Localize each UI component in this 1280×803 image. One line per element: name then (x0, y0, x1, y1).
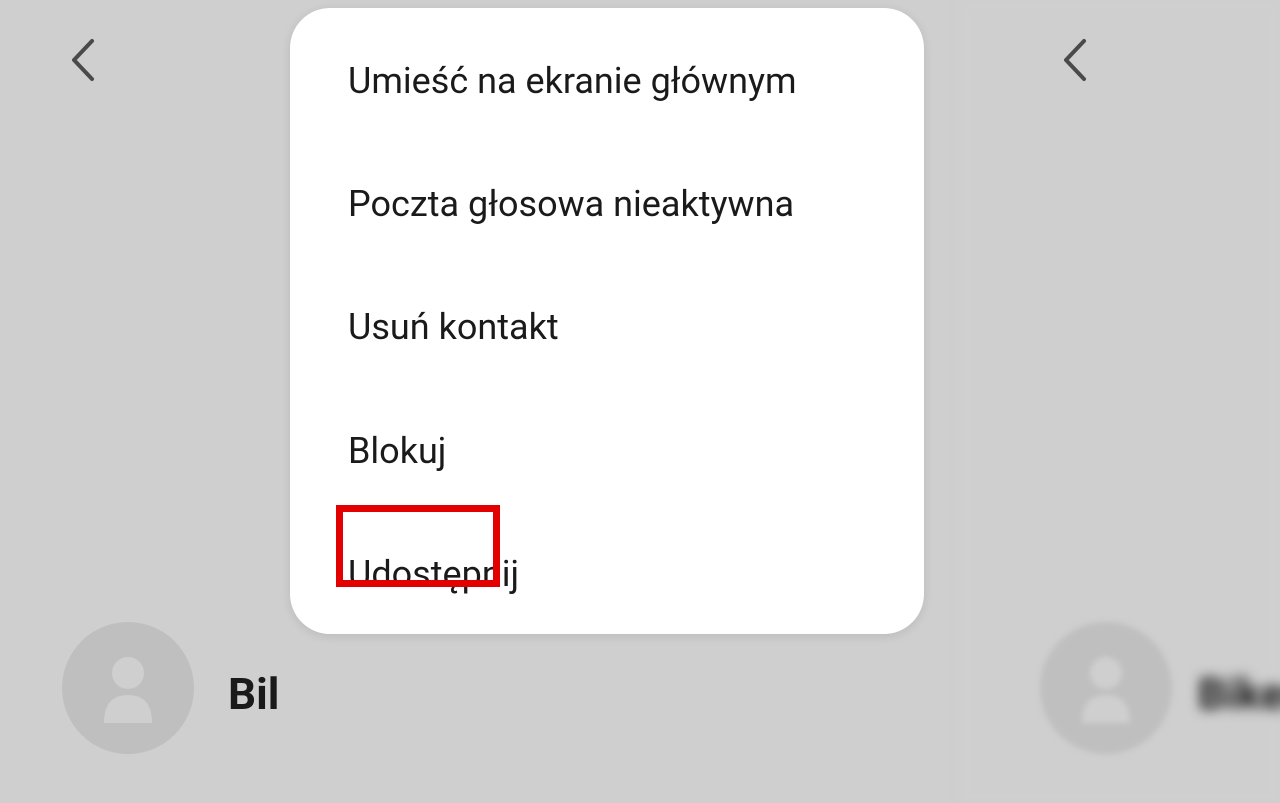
menu-item-label: Umieść na ekranie głównym (348, 60, 797, 102)
menu-item-label: Usuń kontakt (348, 306, 559, 348)
contact-avatar (62, 622, 194, 754)
contact-name-fragment-duplicate: Biker (1198, 668, 1280, 720)
person-icon (1076, 653, 1136, 723)
contact-avatar-duplicate (1040, 622, 1172, 754)
contact-name-fragment: Bil (228, 668, 279, 720)
menu-item-label: Blokuj (348, 430, 446, 472)
menu-item-label: Udostępnij (348, 553, 519, 595)
context-menu: Umieść na ekranie głównym Poczta głosowa… (290, 8, 924, 634)
chevron-left-icon (68, 38, 98, 83)
person-icon (98, 653, 158, 723)
menu-item-block[interactable]: Blokuj (290, 390, 924, 513)
chevron-left-icon (1060, 38, 1090, 83)
menu-item-label: Poczta głosowa nieaktywna (348, 183, 794, 225)
menu-item-add-to-home[interactable]: Umieść na ekranie głównym (290, 34, 924, 143)
menu-item-share[interactable]: Udostępnij (290, 513, 924, 616)
menu-item-voicemail[interactable]: Poczta głosowa nieaktywna (290, 143, 924, 266)
back-button-duplicate[interactable] (1060, 38, 1090, 83)
menu-item-delete-contact[interactable]: Usuń kontakt (290, 266, 924, 389)
back-button[interactable] (68, 38, 98, 83)
